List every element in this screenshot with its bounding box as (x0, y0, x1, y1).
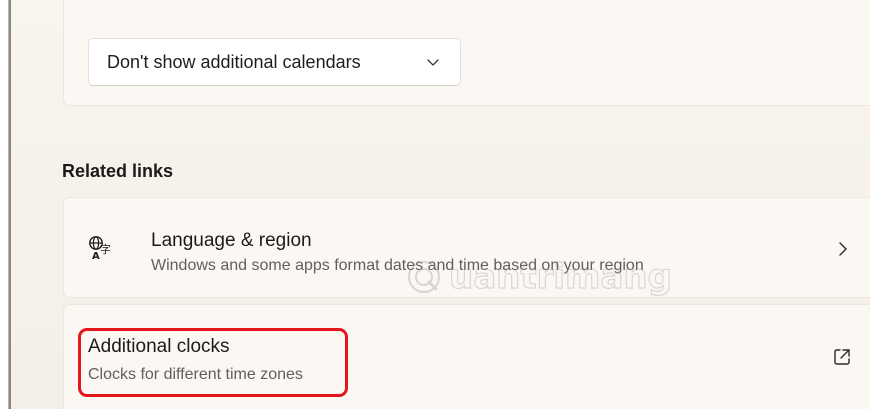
dropdown-selected-value: Don't show additional calendars (107, 51, 361, 72)
additional-clocks-subtitle: Clocks for different time zones (88, 366, 303, 383)
chevron-right-icon (839, 242, 847, 256)
language-region-subtitle: Windows and some apps format dates and t… (151, 257, 644, 274)
open-external-icon (834, 349, 850, 365)
language-icon: A 字 (89, 236, 111, 261)
chevron-down-icon (427, 59, 439, 66)
settings-window: Don't show additional calendars Related … (0, 0, 870, 409)
additional-calendars-dropdown[interactable]: Don't show additional calendars (88, 38, 461, 86)
language-region-title: Language & region (151, 230, 312, 251)
related-links-heading: Related links (62, 161, 174, 181)
svg-text:A: A (92, 251, 100, 261)
navigation-pane-edge (0, 0, 11, 409)
svg-text:字: 字 (100, 242, 111, 256)
additional-clocks-title: Additional clocks (88, 336, 230, 357)
